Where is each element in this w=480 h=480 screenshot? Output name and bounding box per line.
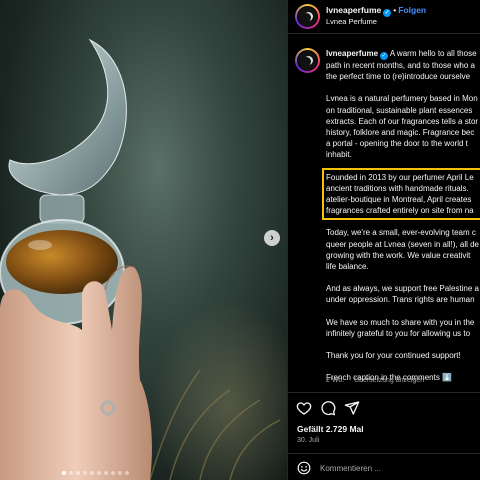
post-age: 2 Wo. xyxy=(326,377,345,384)
carousel-dot xyxy=(111,471,115,475)
caption-paragraph-share: We have so much to share with you in the… xyxy=(326,317,480,339)
comment-box xyxy=(288,453,480,480)
caption-line: on traditional, sustainable plant essenc… xyxy=(326,105,473,115)
caption-line: Founded in 2013 by our perfumer April Le xyxy=(326,172,474,182)
post-header: lvneaperfume ✓ • Folgen Lvnea Perfume xyxy=(288,0,480,34)
lvnea-moon-logo-icon[interactable] xyxy=(295,4,320,29)
caption-line: ancient traditions with handmade rituals… xyxy=(326,183,469,193)
caption-line: atelier-boutique in Montreal, April crea… xyxy=(326,195,472,205)
highlighted-paragraph: Founded in 2013 by our perfumer April Le… xyxy=(322,167,480,221)
carousel-dot xyxy=(76,471,80,475)
caption-line: path in recent months, and to those who … xyxy=(326,61,475,70)
caption-username[interactable]: lvneaperfume xyxy=(326,49,378,58)
carousel-dot xyxy=(90,471,94,475)
smiley-icon[interactable] xyxy=(297,461,311,475)
caption-paragraph-team: Today, we're a small, ever-evolving team… xyxy=(326,227,480,272)
carousel-dot xyxy=(118,471,122,475)
carousel-dot xyxy=(97,471,101,475)
follow-button[interactable]: Folgen xyxy=(398,5,426,15)
caption-paragraph-about: Lvnea is a natural perfumery based in Mo… xyxy=(326,93,480,160)
caption-line: inhabit. xyxy=(326,150,352,160)
post-caption: lvneaperfume ✓ A warm hello to all those … xyxy=(322,48,480,392)
location-link[interactable]: Lvnea Perfume xyxy=(326,17,377,26)
caption-area: lvneaperfume ✓ A warm hello to all those … xyxy=(288,34,480,392)
caption-line: queer people at Lvnea (seven in all!), a… xyxy=(326,239,479,249)
caption-line: history, folklore and magic. Fragrance b… xyxy=(326,128,475,138)
caption-paragraph-thanks: Thank you for your continued support! xyxy=(326,350,480,361)
post-actions: Gefällt 2.729 Mal 30. Juli xyxy=(288,392,480,480)
carousel-dot xyxy=(125,471,129,475)
verified-badge-icon: ✓ xyxy=(383,9,392,17)
caption-avatar[interactable] xyxy=(295,48,320,73)
caption-line: fragrances crafted entirely on site from… xyxy=(326,206,474,216)
verified-badge-icon: ✓ xyxy=(380,52,389,60)
carousel-dot xyxy=(62,471,66,475)
caption-line: life balance. xyxy=(326,262,369,272)
comment-input[interactable] xyxy=(320,461,470,475)
caption-line: infinitely grateful to you for allowing … xyxy=(326,328,471,338)
header-username-row: lvneaperfume ✓ • Folgen xyxy=(326,5,426,17)
next-slide-button[interactable]: › xyxy=(264,230,280,246)
chevron-right-icon: › xyxy=(270,231,274,244)
separator-dot: • xyxy=(393,5,397,15)
carousel-dot xyxy=(69,471,73,475)
carousel-dot xyxy=(104,471,108,475)
translate-link[interactable]: Übersetzung anzeigen xyxy=(354,377,424,384)
paper-plane-icon[interactable] xyxy=(344,400,360,416)
caption-line: And as always, we support free Palestine… xyxy=(326,284,479,294)
perfume-bottle-illustration xyxy=(0,38,281,480)
caption-line: under oppression. Trans rights are human xyxy=(326,295,475,305)
likes-count[interactable]: Gefällt 2.729 Mal xyxy=(297,424,364,434)
caption-line: Today, we're a small, ever-evolving team… xyxy=(326,228,476,238)
post-photo: › xyxy=(0,0,287,480)
post-date: 30. Juli xyxy=(297,437,320,444)
caption-line: A warm hello to all those xyxy=(388,49,477,58)
caption-line: growing with the work. We value creativi… xyxy=(326,250,471,260)
caption-line: a portal - opening the door to the world… xyxy=(326,139,468,149)
caption-line: Thank you for your continued support! xyxy=(326,351,461,361)
heart-icon[interactable] xyxy=(296,400,312,416)
carousel-indicator xyxy=(62,471,129,475)
caption-paragraph-support: And as always, we support free Palestine… xyxy=(326,283,480,305)
caption-meta: 2 Wo. Übersetzung anzeigen xyxy=(326,377,424,384)
caption-line: Lvnea is a natural perfumery based in Mo… xyxy=(326,94,478,104)
username-link[interactable]: lvneaperfume xyxy=(326,5,381,15)
comment-bubble-icon[interactable] xyxy=(320,400,336,416)
carousel-dot xyxy=(83,471,87,475)
caption-line: the perfect time to (re)introduce oursel… xyxy=(326,72,471,82)
post-sidebar: lvneaperfume ✓ • Folgen Lvnea Perfume lvnea… xyxy=(287,0,480,480)
caption-line: extracts. Each of our fragrances tells a… xyxy=(326,116,479,126)
caption-line: We have so much to share with you in the xyxy=(326,317,475,327)
